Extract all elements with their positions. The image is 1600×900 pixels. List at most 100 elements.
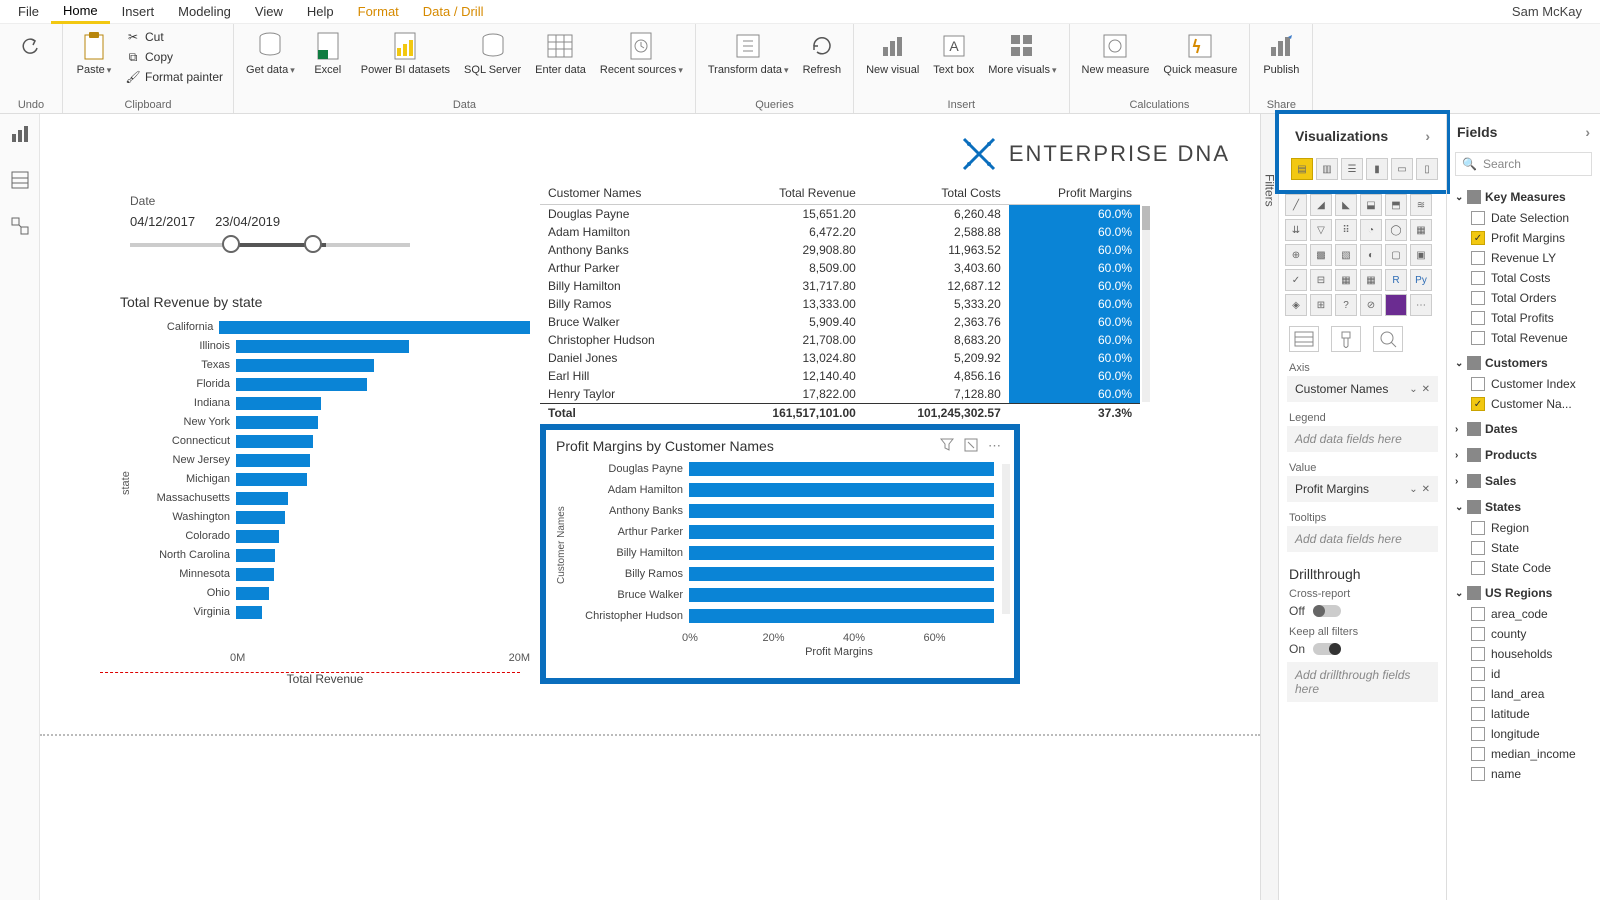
checkbox[interactable]: [1471, 231, 1485, 245]
new-visual-button[interactable]: New visual: [862, 28, 923, 78]
checkbox[interactable]: [1471, 271, 1485, 285]
filter-icon[interactable]: [940, 438, 956, 454]
viz-treemap-icon[interactable]: ▦: [1410, 219, 1432, 241]
field-group-header[interactable]: ⌄US Regions: [1453, 582, 1594, 604]
table-row[interactable]: Earl Hill12,140.404,856.1660.0%: [540, 367, 1140, 385]
chart-bar[interactable]: Massachusetts: [136, 489, 530, 507]
chart-bar[interactable]: Douglas Payne: [571, 460, 1004, 478]
field-item[interactable]: latitude: [1453, 704, 1594, 724]
undo-button[interactable]: [8, 28, 54, 64]
checkbox[interactable]: [1471, 747, 1485, 761]
field-item[interactable]: Total Orders: [1453, 288, 1594, 308]
viz-slicer-icon[interactable]: ⊟: [1310, 269, 1332, 291]
field-item[interactable]: Customer Na...: [1453, 394, 1594, 414]
table-row[interactable]: Anthony Banks29,908.8011,963.5260.0%: [540, 241, 1140, 259]
checkbox[interactable]: [1471, 521, 1485, 535]
fields-tab-icon[interactable]: [1289, 326, 1319, 352]
viz-powerapps-icon[interactable]: [1385, 294, 1407, 316]
viz-more-icon[interactable]: ⋯: [1410, 294, 1432, 316]
viz-100-bar-icon[interactable]: ▭: [1391, 158, 1413, 180]
viz-gauge-icon[interactable]: ◐: [1360, 244, 1382, 266]
legend-well[interactable]: Add data fields here: [1287, 426, 1438, 452]
checkbox[interactable]: [1471, 331, 1485, 345]
chart-bar[interactable]: New Jersey: [136, 451, 530, 469]
viz-py-icon[interactable]: Py: [1410, 269, 1432, 291]
publish-button[interactable]: Publish: [1258, 28, 1304, 78]
col-customer[interactable]: Customer Names: [540, 182, 719, 205]
collapse-fields-icon[interactable]: [1585, 124, 1590, 140]
field-item[interactable]: Region: [1453, 518, 1594, 538]
menu-datadrill[interactable]: Data / Drill: [411, 1, 496, 22]
viz-pie-icon[interactable]: ◔: [1360, 219, 1382, 241]
enter-data-button[interactable]: Enter data: [531, 28, 590, 78]
viz-clustered-bar-icon[interactable]: ☰: [1341, 158, 1363, 180]
chart-bar[interactable]: Texas: [136, 356, 530, 374]
viz-decomp-icon[interactable]: ⊞: [1310, 294, 1332, 316]
viz-stacked-column-icon[interactable]: ▥: [1316, 158, 1338, 180]
chevron-down-icon[interactable]: ⌄: [1409, 484, 1417, 495]
table-row[interactable]: Douglas Payne15,651.206,260.4860.0%: [540, 205, 1140, 224]
excel-button[interactable]: Excel: [305, 28, 351, 78]
table-row[interactable]: Bruce Walker5,909.402,363.7660.0%: [540, 313, 1140, 331]
format-tab-icon[interactable]: [1331, 326, 1361, 352]
field-item[interactable]: State: [1453, 538, 1594, 558]
date-to[interactable]: 23/04/2019: [215, 214, 280, 229]
field-item[interactable]: State Code: [1453, 558, 1594, 578]
viz-arcgis-icon[interactable]: ⊘: [1360, 294, 1382, 316]
viz-r-icon[interactable]: R: [1385, 269, 1407, 291]
chart-bar[interactable]: Illinois: [136, 337, 530, 355]
fields-search[interactable]: 🔍Search: [1455, 152, 1592, 176]
table-row[interactable]: Arthur Parker8,509.003,403.6060.0%: [540, 259, 1140, 277]
field-item[interactable]: Total Profits: [1453, 308, 1594, 328]
checkbox[interactable]: [1471, 311, 1485, 325]
slider-track[interactable]: [130, 243, 410, 247]
field-item[interactable]: id: [1453, 664, 1594, 684]
checkbox[interactable]: [1471, 687, 1485, 701]
viz-key-influencers-icon[interactable]: ◈: [1285, 294, 1307, 316]
chart-bar[interactable]: Indiana: [136, 394, 530, 412]
report-view-button[interactable]: [6, 120, 34, 148]
menu-home[interactable]: Home: [51, 0, 110, 24]
checkbox[interactable]: [1471, 211, 1485, 225]
chart-bar[interactable]: Washington: [136, 508, 530, 526]
field-item[interactable]: land_area: [1453, 684, 1594, 704]
more-options-icon[interactable]: ⋯: [988, 438, 1004, 454]
chart-bar[interactable]: Minnesota: [136, 565, 530, 583]
table-row[interactable]: Daniel Jones13,024.805,209.9260.0%: [540, 349, 1140, 367]
cross-report-toggle[interactable]: [1313, 605, 1341, 617]
pm-chart-scrollbar[interactable]: [1002, 464, 1010, 614]
field-item[interactable]: Date Selection: [1453, 208, 1594, 228]
field-group-header[interactable]: ⌄Customers: [1453, 352, 1594, 374]
more-visuals-button[interactable]: More visuals: [984, 28, 1060, 78]
field-item[interactable]: median_income: [1453, 744, 1594, 764]
table-row[interactable]: Billy Hamilton31,717.8012,687.1260.0%: [540, 277, 1140, 295]
chart-bar[interactable]: Arthur Parker: [571, 523, 1004, 541]
user-label[interactable]: Sam McKay: [1500, 1, 1594, 22]
table-row[interactable]: Billy Ramos13,333.005,333.2060.0%: [540, 295, 1140, 313]
customer-table[interactable]: Customer Names Total Revenue Total Costs…: [540, 182, 1140, 422]
viz-map-icon[interactable]: ⊕: [1285, 244, 1307, 266]
menu-format[interactable]: Format: [346, 1, 411, 22]
chart-bar[interactable]: Connecticut: [136, 432, 530, 450]
table-row[interactable]: Henry Taylor17,822.007,128.8060.0%: [540, 385, 1140, 404]
quick-measure-button[interactable]: Quick measure: [1159, 28, 1241, 78]
viz-table-icon[interactable]: ▦: [1335, 269, 1357, 291]
checkbox[interactable]: [1471, 251, 1485, 265]
collapse-viz-icon[interactable]: [1425, 128, 1430, 144]
checkbox[interactable]: [1471, 727, 1485, 741]
chart-bar[interactable]: Billy Hamilton: [571, 544, 1004, 562]
viz-matrix-icon[interactable]: ▦: [1360, 269, 1382, 291]
field-item[interactable]: county: [1453, 624, 1594, 644]
chart-bar[interactable]: Anthony Banks: [571, 502, 1004, 520]
viz-shape-map-icon[interactable]: ▧: [1335, 244, 1357, 266]
drillthrough-well[interactable]: Add drillthrough fields here: [1287, 662, 1438, 702]
profit-margins-chart[interactable]: Profit Margins by Customer Names ⋯ Custo…: [540, 424, 1020, 684]
checkbox[interactable]: [1471, 707, 1485, 721]
field-item[interactable]: Total Costs: [1453, 268, 1594, 288]
chart-bar[interactable]: California: [136, 318, 530, 336]
checkbox[interactable]: [1471, 627, 1485, 641]
col-revenue[interactable]: Total Revenue: [719, 182, 864, 205]
refresh-button[interactable]: Refresh: [799, 28, 846, 78]
field-item[interactable]: Profit Margins: [1453, 228, 1594, 248]
cut-button[interactable]: ✂Cut: [123, 28, 225, 46]
